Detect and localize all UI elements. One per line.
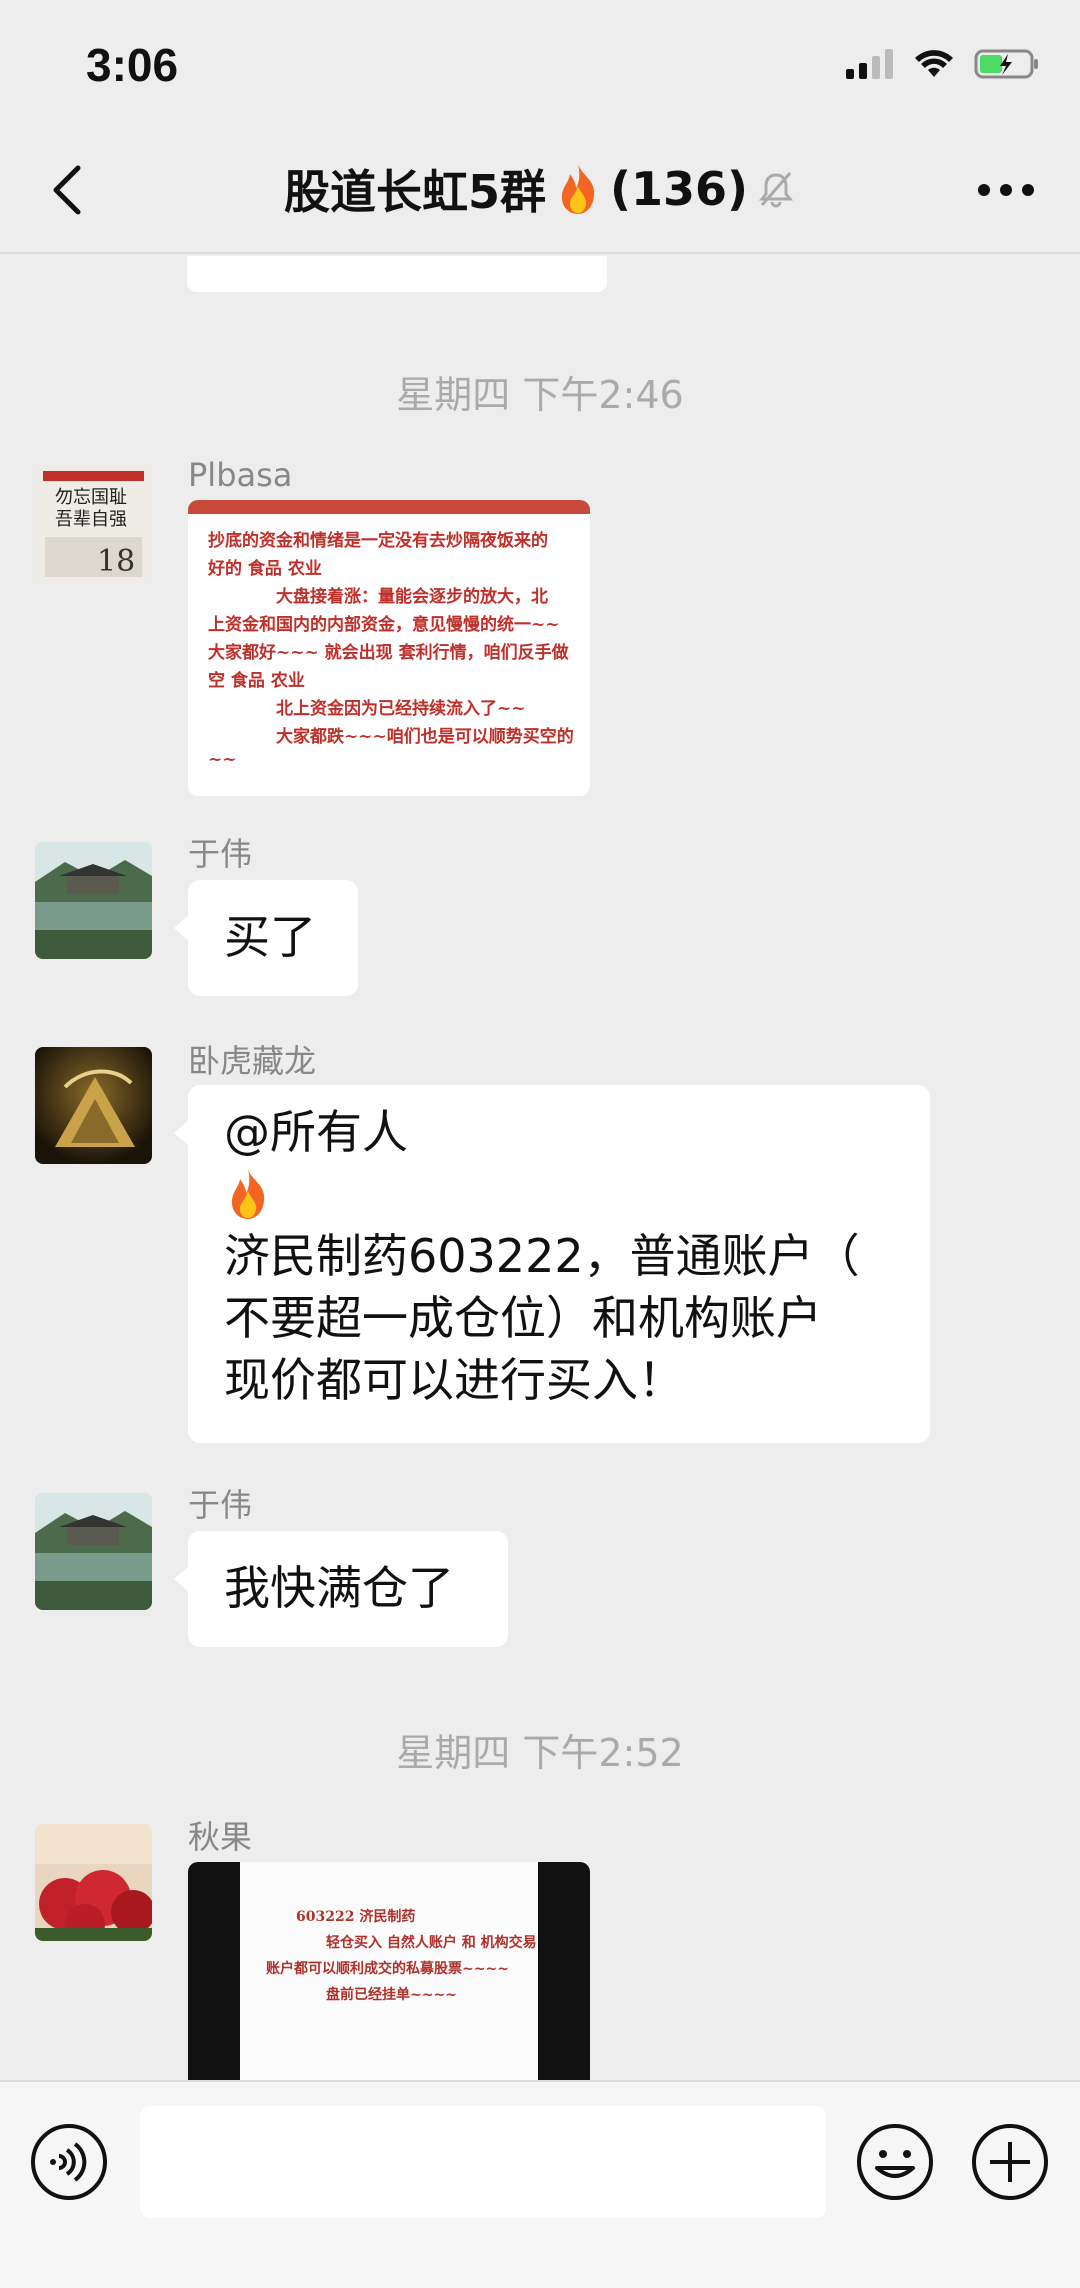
- signal-icon: [846, 49, 893, 79]
- status-bar: 3:06: [0, 0, 1080, 130]
- svg-text:吾辈自强: 吾辈自强: [55, 509, 127, 530]
- message-bubble-partial[interactable]: [187, 256, 607, 292]
- image-text: 上资金和国内的内部资金，意见慢慢的统一~~: [208, 615, 560, 635]
- message-text: 买了: [224, 910, 316, 964]
- svg-text:18: 18: [97, 544, 135, 579]
- message-bubble[interactable]: 买了: [174, 880, 358, 996]
- avatar-image: [35, 1493, 152, 1610]
- fire-emoji: [224, 1163, 894, 1225]
- timestamp: 星期四 下午2:52: [396, 1731, 684, 1775]
- avatar-image: 勿忘国耻 吾辈自强 18: [35, 465, 152, 582]
- avatar-image: [35, 1824, 152, 1941]
- more-icon[interactable]: [976, 182, 1036, 198]
- plus-icon[interactable]: [970, 2122, 1050, 2202]
- avatar[interactable]: [35, 842, 152, 959]
- message-text: 济民制药603222，普通账户（: [224, 1229, 860, 1283]
- avatar-image: [35, 1047, 152, 1164]
- message-bubble[interactable]: @所有人 济民制药603222，普通账户（ 不要超一成仓位）和机构账户 现价都可…: [174, 1085, 930, 1443]
- avatar[interactable]: [35, 1824, 152, 1941]
- image-message[interactable]: 抄底的资金和情绪是一定没有去炒隔夜饭来的 好的 食品 农业 大盘接着涨：量能会逐…: [188, 500, 590, 796]
- sender-name: Plbasa: [188, 456, 293, 494]
- image-text: 大盘接着涨：量能会逐步的放大，北: [276, 587, 548, 607]
- image-text: 空 食品 农业: [208, 671, 305, 691]
- battery-icon: [974, 49, 1038, 79]
- avatar[interactable]: 勿忘国耻 吾辈自强 18: [35, 465, 152, 582]
- chat-title: 股道长虹5群: [283, 165, 546, 219]
- image-text: 抄底的资金和情绪是一定没有去炒隔夜饭来的: [208, 531, 548, 551]
- timestamp: 星期四 下午2:46: [396, 373, 684, 417]
- fire-emoji: [561, 164, 595, 214]
- avatar[interactable]: [35, 1493, 152, 1610]
- image-text: 大家都跌~~~咱们也是可以顺势买空的: [276, 727, 574, 747]
- image-text: ~~: [208, 750, 237, 770]
- sender-name: 卧虎藏龙: [188, 1042, 317, 1080]
- chat-header: 股道长虹5群 (136): [0, 130, 1080, 254]
- image-text: 603222 济民制药: [296, 1909, 416, 1925]
- bell-muted-icon: [758, 172, 794, 208]
- input-bar: [0, 2080, 1080, 2288]
- sender-name: 于伟: [188, 1486, 253, 1524]
- message-text: 不要超一成仓位）和机构账户: [224, 1291, 822, 1345]
- wifi-icon: [915, 50, 953, 77]
- image-text: 好的 食品 农业: [208, 559, 322, 579]
- mention-text: @所有人: [224, 1105, 408, 1159]
- image-message[interactable]: 603222 济民制药 轻仓买入 自然人账户 和 机构交易 账户都可以顺利成交的…: [188, 1862, 590, 2080]
- message-text: 现价都可以进行买入！: [224, 1353, 684, 1407]
- voice-icon[interactable]: [29, 2122, 109, 2202]
- member-count: (136): [609, 162, 749, 216]
- image-text: 轻仓买入 自然人账户 和 机构交易: [326, 1935, 537, 1951]
- status-time: 3:06: [86, 39, 179, 91]
- avatar[interactable]: [35, 1047, 152, 1164]
- chat-title-group: 股道长虹5群 (136): [0, 156, 1080, 222]
- message-text: 我快满仓了: [224, 1561, 454, 1615]
- sender-name: 秋果: [188, 1818, 253, 1856]
- message-input[interactable]: [140, 2106, 826, 2218]
- emoji-icon[interactable]: [855, 2122, 935, 2202]
- avatar-image: [35, 842, 152, 959]
- image-text: 大家都好~~~ 就会出现 套利行情，咱们反手做: [208, 643, 569, 663]
- image-text: 账户都可以顺利成交的私募股票~~~~: [266, 1961, 509, 1977]
- image-text: 盘前已经挂单~~~~: [326, 1987, 457, 2003]
- message-bubble[interactable]: 我快满仓了: [174, 1531, 508, 1647]
- sender-name: 于伟: [188, 835, 253, 873]
- status-icons: [846, 48, 1040, 80]
- message-list[interactable]: 星期四 下午2:46 勿忘国耻 吾辈自强 18 Plbasa 抄底的资金和情绪是…: [0, 256, 1080, 2080]
- svg-text:勿忘国耻: 勿忘国耻: [55, 487, 127, 508]
- image-text: 北上资金因为已经持续流入了~~: [276, 699, 526, 719]
